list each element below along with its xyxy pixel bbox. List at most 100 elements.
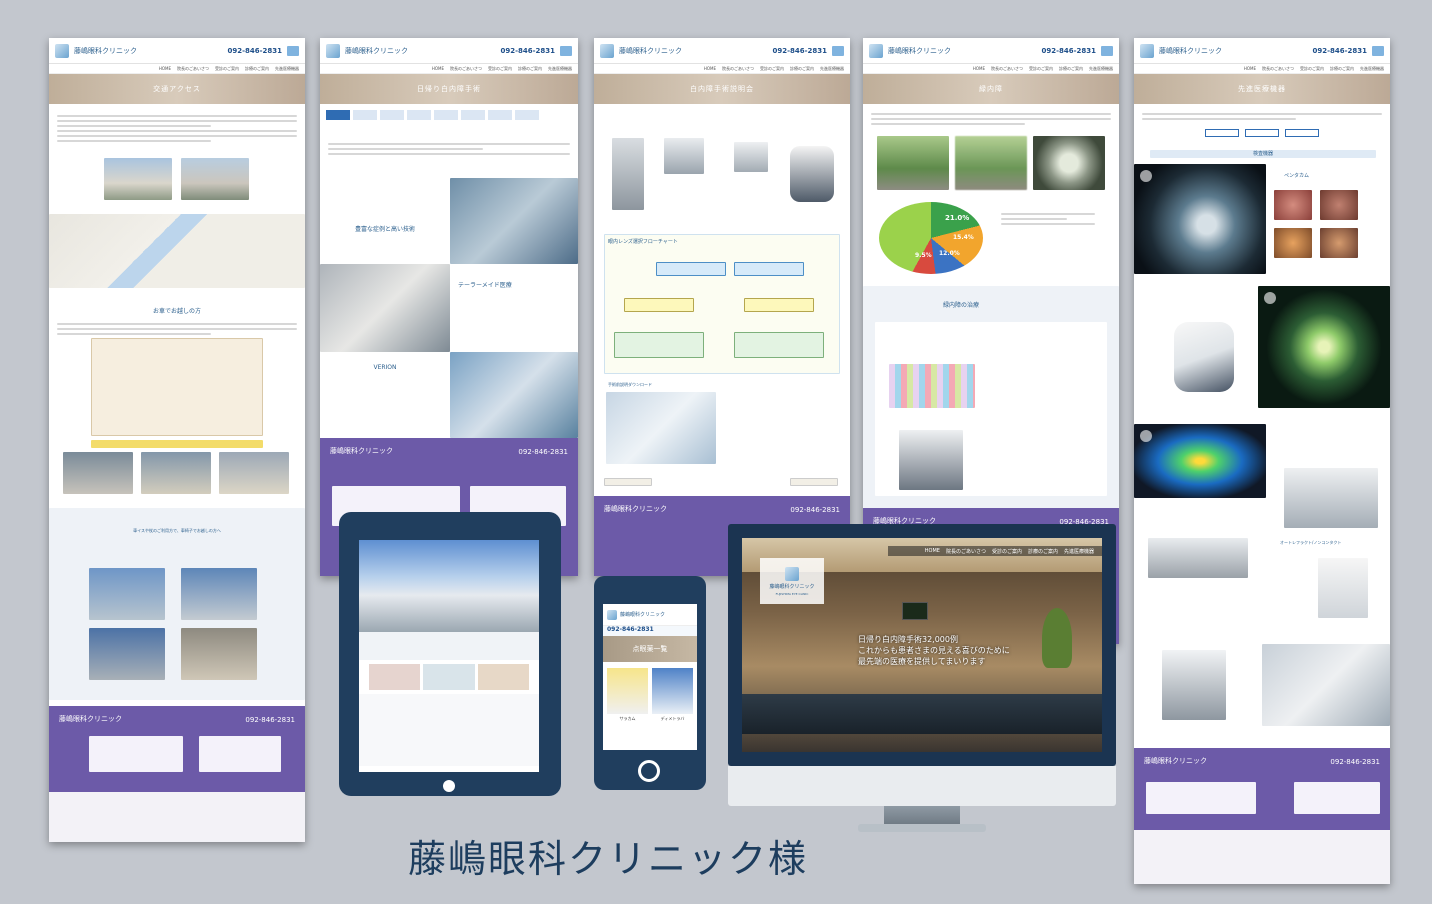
nav-equipment[interactable]: 先進医療機器 — [548, 66, 572, 72]
header-tel[interactable]: 092-846-2831 — [227, 47, 282, 55]
map-image — [49, 214, 305, 288]
header-tel[interactable]: 092-846-2831 — [772, 47, 827, 55]
sitemap — [49, 792, 305, 842]
site-nav: HOME 院長のごあいさつ 受診のご案内 診療のご案内 先進医療機器 — [1134, 64, 1390, 74]
flow-node — [624, 298, 694, 312]
accessibility-section — [49, 508, 305, 700]
nav-treatment[interactable]: 診療のご案内 — [1059, 66, 1083, 72]
nav-home[interactable]: HOME — [432, 66, 444, 71]
nav-pill[interactable] — [604, 478, 652, 486]
nav-treatment[interactable]: 診療のご案内 — [518, 66, 542, 72]
monitor-nav-equipment[interactable]: 先進医療機器 — [1064, 548, 1094, 555]
footer-tel[interactable]: 092-846-2831 — [245, 716, 295, 724]
monitor-nav-visit[interactable]: 受診のご案内 — [992, 548, 1022, 555]
phone-item2: ディメトラバ — [660, 716, 685, 721]
device-photo — [734, 142, 768, 172]
header-tel[interactable]: 092-846-2831 — [1041, 47, 1096, 55]
eyedrops-photo — [889, 364, 975, 408]
entrance-photo — [89, 628, 165, 680]
gown-photo — [606, 392, 716, 464]
logo-icon — [326, 43, 340, 58]
monitor-nav-home[interactable]: HOME — [925, 548, 940, 554]
nav-visit[interactable]: 受診のご案内 — [1029, 66, 1053, 72]
hero-banner: 緑内障 — [863, 74, 1119, 104]
nav-treatment[interactable]: 診療のご案内 — [245, 66, 269, 72]
monitor-nav-greeting[interactable]: 院長のごあいさつ — [946, 548, 986, 555]
nav-equipment[interactable]: 先進医療機器 — [1360, 66, 1384, 72]
nav-greeting[interactable]: 院長のごあいさつ — [1262, 66, 1294, 72]
nav-equipment[interactable]: 先進医療機器 — [820, 66, 844, 72]
section-car-title: お車でお越しの方 — [152, 308, 201, 315]
monitor-base — [858, 824, 986, 832]
menu-icon[interactable] — [1101, 45, 1113, 56]
menu-icon[interactable] — [832, 45, 844, 56]
page-access: 藤嶋眼科クリニック 092-846-2831 HOME 院長のごあいさつ 受診の… — [49, 38, 305, 842]
nav-home[interactable]: HOME — [704, 66, 716, 71]
menu-icon[interactable] — [287, 45, 299, 56]
site-header: 藤嶋眼科クリニック 092-846-2831 — [49, 38, 305, 64]
eye-scan-video — [1134, 164, 1266, 274]
header-tel[interactable]: 092-846-2831 — [1312, 47, 1367, 55]
phone-tel[interactable]: 092-846-2831 — [603, 626, 697, 636]
nav-visit[interactable]: 受診のご案内 — [488, 66, 512, 72]
flow-node — [656, 262, 726, 276]
play-icon[interactable] — [1264, 292, 1276, 304]
eye-photo — [1320, 190, 1358, 220]
menu-icon[interactable] — [560, 45, 572, 56]
nav-visit[interactable]: 受診のご案内 — [215, 66, 239, 72]
stat-4: 9.5% — [915, 252, 932, 259]
flowchart-title: 眼内レンズ選択フローチャート — [608, 239, 678, 245]
device-photo — [612, 138, 644, 210]
nav-visit[interactable]: 受診のご案内 — [760, 66, 784, 72]
menu-icon[interactable] — [1372, 45, 1384, 56]
site-header: 藤嶋眼科クリニック 092-846-2831 — [320, 38, 578, 64]
building-photo — [104, 158, 172, 200]
nav-greeting[interactable]: 院長のごあいさつ — [722, 66, 754, 72]
page-lens: 藤嶋眼科クリニック 092-846-2831 HOME 院長のごあいさつ 受診の… — [594, 38, 850, 576]
nav-pill[interactable] — [790, 478, 838, 486]
nav-greeting[interactable]: 院長のごあいさつ — [991, 66, 1023, 72]
footer-tel[interactable]: 092-846-2831 — [1330, 758, 1380, 766]
tablet-home-button[interactable] — [443, 780, 455, 792]
nav-visit[interactable]: 受診のご案内 — [1300, 66, 1324, 72]
play-icon[interactable] — [1140, 170, 1152, 182]
nav-equipment[interactable]: 先進医療機器 — [275, 66, 299, 72]
device-photo — [664, 138, 704, 174]
entrance-photo — [89, 568, 165, 620]
header-tel[interactable]: 092-846-2831 — [500, 47, 555, 55]
nav-home[interactable]: HOME — [159, 66, 171, 71]
nav-treatment[interactable]: 診療のご案内 — [1330, 66, 1354, 72]
caption-title: 藤嶋眼科クリニック様 — [408, 837, 809, 881]
site-header: 藤嶋眼科クリニック 092-846-2831 — [1134, 38, 1390, 64]
play-icon[interactable] — [1140, 430, 1152, 442]
tree-photo — [1033, 136, 1105, 190]
footer-tel[interactable]: 092-846-2831 — [518, 448, 568, 456]
equipment-item1: ペンタカム — [1284, 173, 1310, 179]
nav-treatment[interactable]: 診療のご案内 — [790, 66, 814, 72]
lens-kit-photo — [320, 264, 450, 352]
treatment-title: 緑内障の治療 — [943, 302, 980, 309]
parking-photo — [63, 452, 133, 494]
month-calendar — [1294, 782, 1380, 814]
monitor-logo-text: 藤嶋眼科クリニック — [769, 583, 815, 590]
flow-node — [614, 332, 704, 358]
nav-greeting[interactable]: 院長のごあいさつ — [450, 66, 482, 72]
tablet-device — [339, 512, 561, 796]
monitor-hero-line3: 最先端の医療を提供してまいります — [858, 657, 986, 666]
callout-verion: VERION — [373, 364, 397, 371]
stat-1: 21.0% — [945, 214, 970, 222]
monitor-nav-treatment[interactable]: 診療のご案内 — [1028, 548, 1058, 555]
phone-home-button[interactable] — [638, 760, 660, 782]
nav-home[interactable]: HOME — [973, 66, 985, 71]
logo-icon — [869, 43, 883, 58]
nav-home[interactable]: HOME — [1244, 66, 1256, 71]
nav-equipment[interactable]: 先進医療機器 — [1089, 66, 1113, 72]
logo-text: 藤嶋眼科クリニック — [888, 46, 951, 55]
footer-tel[interactable]: 092-846-2831 — [790, 506, 840, 514]
lobby-chairs — [742, 694, 1102, 734]
nav-greeting[interactable]: 院長のごあいさつ — [177, 66, 209, 72]
lobby-tv — [902, 602, 928, 620]
laser-device-photo — [899, 430, 963, 490]
heatmap-video — [1134, 424, 1266, 498]
parking-photo — [141, 452, 211, 494]
